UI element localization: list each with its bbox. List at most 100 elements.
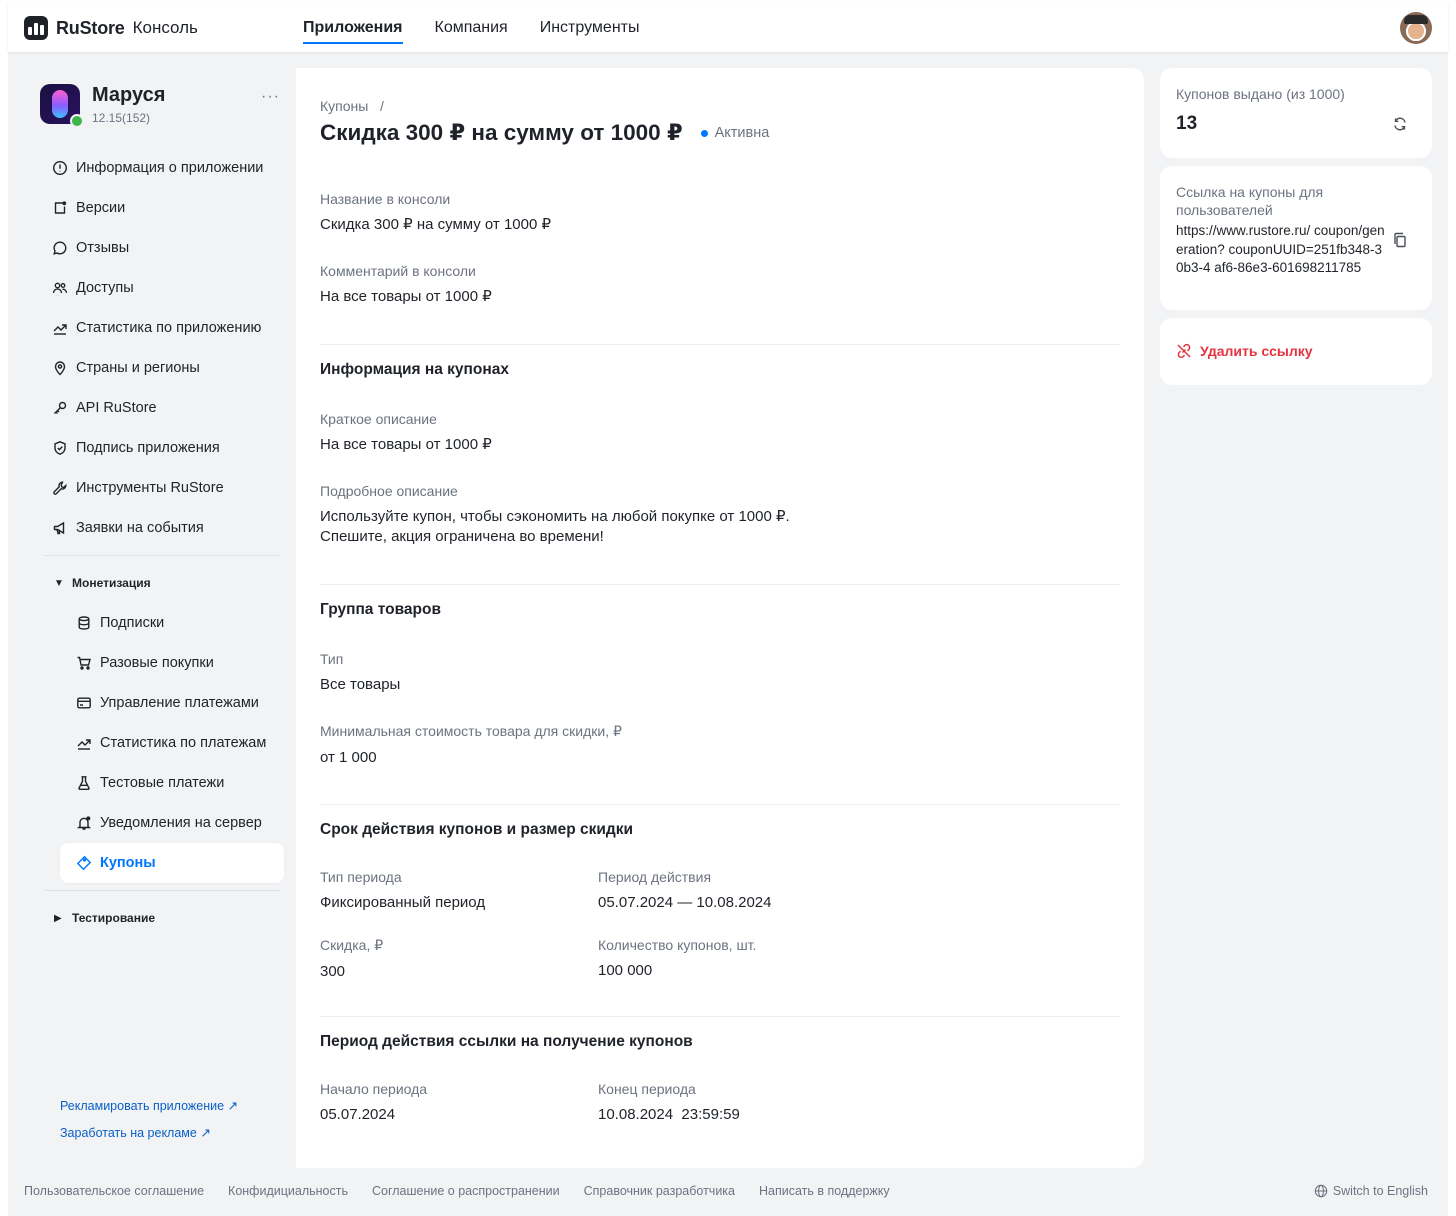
footer-link-developer-guide[interactable]: Справочник разработчика (584, 1184, 735, 1198)
status-label: Активна (714, 125, 770, 141)
period-type-field: Тип периода Фиксированный период (320, 869, 485, 913)
link-label: Ссылка на купоны для пользователей (1176, 184, 1324, 218)
footer-link-user-agreement[interactable]: Пользовательское соглашение (24, 1184, 204, 1198)
rustore-logo[interactable]: RuStore Консоль (24, 16, 198, 40)
sidebar-item-label: Статистика по приложению (76, 320, 262, 336)
field-value: 10.08.2024 23:59:59 (598, 1106, 740, 1123)
online-status-badge (70, 114, 84, 128)
testing-group-toggle[interactable]: ▶ Тестирование (40, 898, 284, 938)
footer-link-privacy[interactable]: Конфидициальность (228, 1184, 348, 1198)
issued-label: Купонов выдано (из 1000) (1176, 86, 1345, 102)
delete-link-panel: Удалить ссылку (1160, 318, 1432, 385)
delete-link-button[interactable]: Удалить ссылку (1176, 343, 1313, 359)
sidebar-divider (44, 890, 280, 891)
status-dot-icon (700, 129, 708, 137)
end-period-field: Конец периода 10.08.2024 23:59:59 (598, 1081, 740, 1125)
key-icon (52, 400, 68, 416)
sidebar-item-subscriptions[interactable]: Подписки (40, 603, 284, 643)
tab-company[interactable]: Компания (435, 4, 508, 52)
field-label: Скидка, ₽ (320, 937, 384, 953)
footer-link-support[interactable]: Написать в поддержку (759, 1184, 890, 1198)
sidebar-item-label: API RuStore (76, 400, 157, 416)
tab-tools[interactable]: Инструменты (540, 4, 640, 52)
section-divider (320, 584, 1120, 585)
sidebar-item-event-requests[interactable]: Заявки на события (40, 508, 284, 548)
megaphone-icon (52, 520, 68, 536)
field-label: Период действия (598, 869, 712, 885)
advertise-app-link[interactable]: Рекламировать приложение ↗ (60, 1098, 238, 1113)
footer-links: Пользовательское соглашение Конфидициаль… (24, 1184, 914, 1198)
app-version: 12.15(152) (92, 111, 151, 125)
coupons-issued-panel: Купонов выдано (из 1000) 13 (1160, 68, 1432, 158)
sidebar-item-label: Инструменты RuStore (76, 480, 224, 496)
section-divider (320, 804, 1120, 805)
sidebar-item-server-notifications[interactable]: Уведомления на сервер (40, 803, 284, 843)
sidebar-item-tools[interactable]: Инструменты RuStore (40, 468, 284, 508)
breadcrumb[interactable]: Купоны / (320, 98, 384, 114)
language-switch[interactable]: Switch to English (1314, 1184, 1428, 1198)
status-badge: Активна (700, 125, 770, 141)
field-label: Краткое описание (320, 411, 437, 427)
description-line: Используйте купон, чтобы сэкономить на л… (320, 508, 790, 525)
footer-link-distribution-agreement[interactable]: Соглашение о распространении (372, 1184, 560, 1198)
sidebar-item-payment-management[interactable]: Управление платежами (40, 683, 284, 723)
top-bar: RuStore Консоль Приложения Компания Инст… (8, 4, 1448, 52)
product-type-field: Тип Все товары (320, 651, 400, 695)
sidebar-item-app-stats[interactable]: Статистика по приложению (40, 308, 284, 348)
sidebar-item-label: Управление платежами (100, 695, 259, 711)
field-value: Все товары (320, 676, 401, 693)
cart-icon (76, 655, 92, 671)
more-options-icon[interactable]: ··· (261, 88, 280, 106)
sidebar-item-countries[interactable]: Страны и регионы (40, 348, 284, 388)
coupon-count-field: Количество купонов, шт. 100 000 (598, 937, 756, 981)
sidebar-item-label: Страны и регионы (76, 360, 200, 376)
coupon-link-url[interactable]: https://www.rustore.ru/ coupon/generatio… (1176, 222, 1386, 278)
app-name: Маруся (92, 84, 166, 106)
user-avatar[interactable] (1400, 12, 1432, 44)
sidebar-item-app-info[interactable]: Информация о приложении (40, 148, 284, 188)
card-icon (76, 695, 92, 711)
field-value: Фиксированный период (320, 894, 486, 911)
location-pin-icon (52, 360, 68, 376)
sidebar-item-reviews[interactable]: Отзывы (40, 228, 284, 268)
sidebar-item-test-payments[interactable]: Тестовые платежи (40, 763, 284, 803)
monetization-group-toggle[interactable]: ▼ Монетизация (40, 563, 284, 603)
sidebar-item-access[interactable]: Доступы (40, 268, 284, 308)
trend-chart-icon (52, 320, 68, 336)
brand-name: RuStore (56, 17, 125, 38)
field-label: Комментарий в консоли (320, 263, 476, 279)
sidebar-item-label: Подпись приложения (76, 440, 220, 456)
section-divider (320, 1016, 1120, 1017)
field-label: Подробное описание (320, 483, 458, 499)
sidebar-item-label: Отзывы (76, 240, 130, 256)
sidebar-item-coupons[interactable]: Купоны (60, 843, 284, 883)
section-title: Группа товаров (320, 601, 441, 618)
sidebar-item-one-time-purchases[interactable]: Разовые покупки (40, 643, 284, 683)
sidebar-item-label: Статистика по платежам (100, 735, 267, 751)
field-value: Скидка 300 ₽ на сумму от 1000 ₽ (320, 216, 552, 233)
description-line: Спешите, акция ограничена во времени! (320, 528, 604, 545)
group-label: Монетизация (72, 576, 151, 590)
unlink-icon (1177, 343, 1191, 359)
copy-icon[interactable] (1392, 232, 1408, 253)
refresh-icon[interactable] (1392, 116, 1408, 137)
sidebar-item-label: Версии (76, 200, 126, 216)
bell-icon (76, 815, 92, 831)
field-label: Конец периода (598, 1081, 696, 1097)
sidebar: Маруся 12.15(152) ··· Информация о прило… (24, 68, 296, 1168)
sidebar-item-payment-stats[interactable]: Статистика по платежам (40, 723, 284, 763)
sidebar-item-versions[interactable]: Версии (40, 188, 284, 228)
wrench-icon (52, 480, 68, 496)
top-navigation: Приложения Компания Инструменты (303, 4, 671, 52)
tab-apps[interactable]: Приложения (303, 4, 403, 52)
earn-on-ads-link[interactable]: Заработать на рекламе ↗ (60, 1125, 238, 1140)
sidebar-item-label: Подписки (100, 615, 165, 631)
discount-field: Скидка, ₽ 300 (320, 937, 383, 982)
start-period-field: Начало периода 05.07.2024 (320, 1081, 427, 1125)
field-value: 05.07.2024 — 10.08.2024 (598, 894, 772, 911)
sidebar-divider (44, 555, 280, 556)
field-label: Минимальная стоимость товара для скидки,… (320, 723, 622, 739)
sidebar-item-signature[interactable]: Подпись приложения (40, 428, 284, 468)
app-header: Маруся 12.15(152) ··· (40, 84, 280, 128)
sidebar-item-api[interactable]: API RuStore (40, 388, 284, 428)
